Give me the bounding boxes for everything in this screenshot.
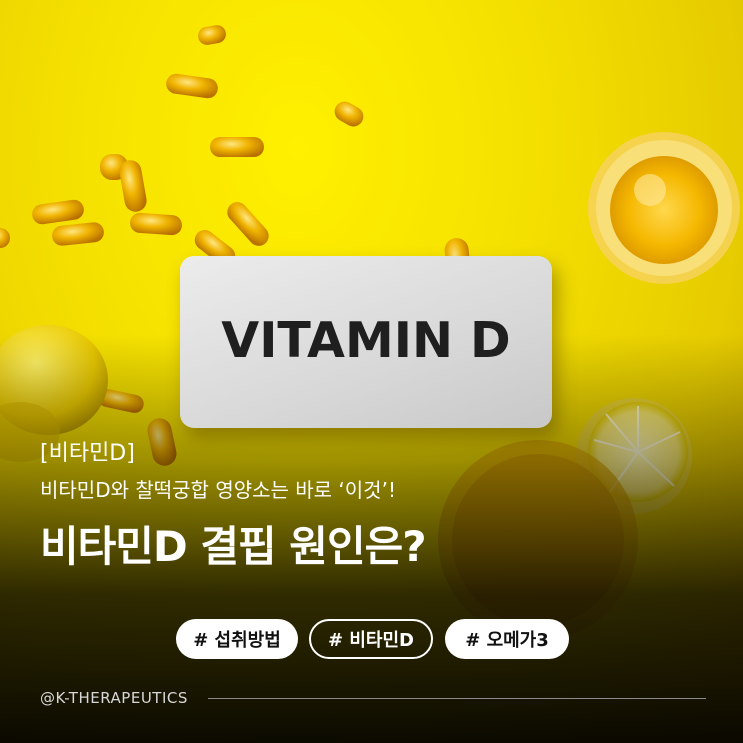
sign-text: VITAMIN D (221, 312, 511, 369)
headline-block: [비타민D] 비타민D와 찰떡궁합 영양소는 바로 ‘이것’! 비타민D 결핍 … (40, 438, 427, 574)
category-label: [비타민D] (40, 441, 135, 466)
tag-intake-method[interactable]: # 섭취방법 (176, 619, 298, 659)
page-title: 비타민D 결핍 원인은? (40, 522, 427, 571)
vitamin-d-sign: VITAMIN D (180, 256, 552, 428)
tag-vitamin-d[interactable]: # 비타민D (309, 619, 433, 659)
hashtag-row: # 섭취방법 # 비타민D # 오메가3 (0, 619, 743, 661)
brand-handle: @K-THERAPEUTICS (40, 689, 188, 707)
footer: @K-THERAPEUTICS (40, 686, 706, 710)
thumbnail-card: VITAMIN D [비타민D] 비타민D와 찰떡궁합 영양소는 바로 ‘이것’… (0, 0, 743, 743)
footer-divider (207, 697, 706, 699)
subtitle: 비타민D와 찰떡궁합 영양소는 바로 ‘이것’! (40, 478, 396, 502)
tag-omega3[interactable]: # 오메가3 (445, 619, 569, 659)
